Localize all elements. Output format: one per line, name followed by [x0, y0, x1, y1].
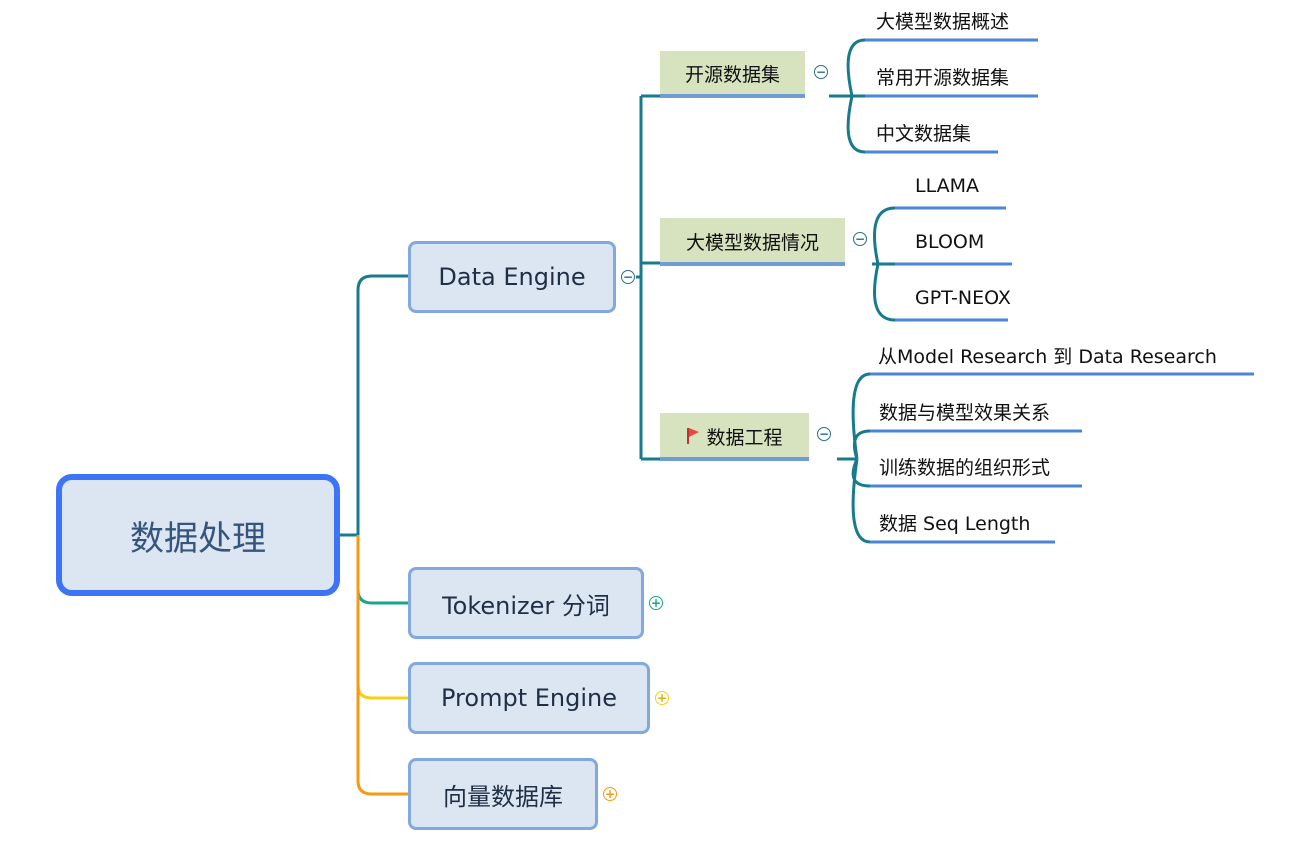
connector-root-vector-db [356, 535, 410, 796]
expand-toggle-prompt-engine[interactable]: + [655, 691, 669, 705]
branch-data-engine[interactable]: Data Engine [408, 241, 616, 313]
root-label: 数据处理 [130, 518, 266, 559]
leaf-topic[interactable]: 数据与模型效果关系 [879, 398, 1050, 425]
leaf-topic[interactable]: 从Model Research 到 Data Research [878, 342, 1217, 369]
leaf-topic[interactable]: 数据 Seq Length [879, 509, 1030, 536]
subtopic-label: 数据工程 [706, 426, 783, 449]
connector-root-prompt [356, 535, 410, 700]
leaf-topic[interactable]: GPT-NEOX [915, 287, 1011, 309]
connector-root-data-engine [340, 274, 410, 537]
collapse-toggle-data-engine[interactable]: − [621, 270, 635, 284]
expand-toggle-vector-db[interactable]: + [603, 787, 617, 801]
subtopic-label: 开源数据集 [684, 64, 780, 86]
branch-label: 向量数据库 [443, 782, 563, 811]
branch-tokenizer[interactable]: Tokenizer 分词 [408, 567, 644, 639]
root-node[interactable]: 数据处理 [56, 474, 340, 596]
branch-prompt-engine[interactable]: Prompt Engine [408, 662, 650, 734]
leaf-topic[interactable]: 中文数据集 [876, 119, 971, 146]
subtopic-data-engineering[interactable]: 数据工程 [660, 413, 809, 461]
branch-label: Data Engine [438, 263, 586, 291]
leaf-topic[interactable]: 训练数据的组织形式 [879, 453, 1050, 480]
collapse-toggle-model-data[interactable]: − [853, 232, 867, 246]
subtopic-label: 大模型数据情况 [685, 231, 819, 254]
leaf-topic[interactable]: LLAMA [915, 175, 979, 197]
connector-data-engine-subtopics [636, 94, 660, 461]
red-flag-icon [687, 428, 700, 444]
expand-toggle-tokenizer[interactable]: + [649, 596, 663, 610]
branch-label: Tokenizer 分词 [442, 591, 610, 620]
branch-vector-db[interactable]: 向量数据库 [408, 758, 598, 830]
mindmap-connectors [340, 38, 1254, 796]
leaf-topic[interactable]: 常用开源数据集 [876, 63, 1009, 90]
collapse-toggle-open-datasets[interactable]: − [814, 65, 828, 79]
leaf-topic[interactable]: BLOOM [915, 231, 984, 253]
connector-root-tokenizer [356, 535, 410, 605]
branch-label: Prompt Engine [441, 684, 617, 712]
leaf-topic[interactable]: 大模型数据概述 [876, 7, 1009, 34]
collapse-toggle-data-engineering[interactable]: − [817, 427, 831, 441]
subtopic-open-datasets[interactable]: 开源数据集 [660, 51, 805, 98]
subtopic-model-data[interactable]: 大模型数据情况 [660, 218, 845, 266]
